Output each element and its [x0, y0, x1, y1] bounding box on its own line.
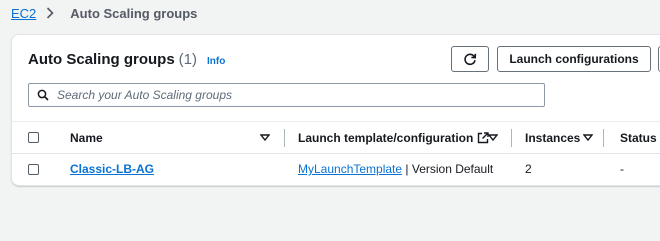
- column-resizer[interactable]: [603, 129, 604, 147]
- asg-name-link[interactable]: Classic-LB-AG: [70, 162, 154, 176]
- group-count: (1): [178, 51, 198, 68]
- launch-template-header-label: Launch template/configuration: [298, 130, 474, 145]
- column-header-status: Status: [620, 130, 657, 145]
- table-row-instances-cell: 2: [525, 162, 532, 176]
- table-row-launch-template-cell: MyLaunchTemplate | Version Default: [298, 154, 493, 184]
- sort-instances-button[interactable]: [583, 122, 593, 153]
- row-select-checkbox[interactable]: [28, 163, 39, 175]
- table-row-status-cell: -: [620, 162, 624, 176]
- sort-name-button[interactable]: [260, 122, 270, 153]
- column-resizer[interactable]: [511, 129, 512, 147]
- column-header-instances: Instances: [525, 130, 581, 145]
- select-all-checkbox[interactable]: [28, 132, 39, 143]
- refresh-icon: [463, 52, 477, 66]
- column-header-name: Name: [70, 130, 103, 145]
- panel-title: Auto Scaling groups: [28, 51, 175, 68]
- refresh-button[interactable]: [451, 46, 489, 72]
- breadcrumb-current: Auto Scaling groups: [70, 5, 198, 21]
- search-box: [28, 83, 545, 107]
- column-resizer[interactable]: [284, 129, 285, 147]
- launch-template-version: | Version Default: [402, 162, 494, 176]
- launch-configurations-button[interactable]: Launch configurations: [497, 46, 651, 72]
- page-title: Auto Scaling groups (1) Info: [28, 51, 225, 68]
- caret-down-icon: [488, 133, 498, 142]
- launch-template-link[interactable]: MyLaunchTemplate: [298, 162, 402, 176]
- breadcrumb: EC2 Auto Scaling groups: [11, 5, 197, 21]
- search-icon: [37, 89, 49, 101]
- auto-scaling-groups-panel: Auto Scaling groups (1) Info Launch conf…: [11, 34, 660, 186]
- select-all-checkbox-cell: [28, 122, 39, 153]
- caret-down-icon: [260, 133, 270, 142]
- chevron-right-icon: [46, 6, 62, 20]
- row-checkbox-cell: [28, 154, 39, 184]
- breadcrumb-ec2-link[interactable]: EC2: [11, 6, 36, 21]
- sort-launch-template-button[interactable]: [488, 122, 498, 153]
- column-header-launch-template: Launch template/configuration: [298, 122, 490, 153]
- info-link[interactable]: Info: [207, 56, 225, 67]
- search-input[interactable]: [55, 87, 539, 103]
- caret-down-icon: [583, 133, 593, 142]
- table-row-name-cell: Classic-LB-AG: [70, 154, 154, 184]
